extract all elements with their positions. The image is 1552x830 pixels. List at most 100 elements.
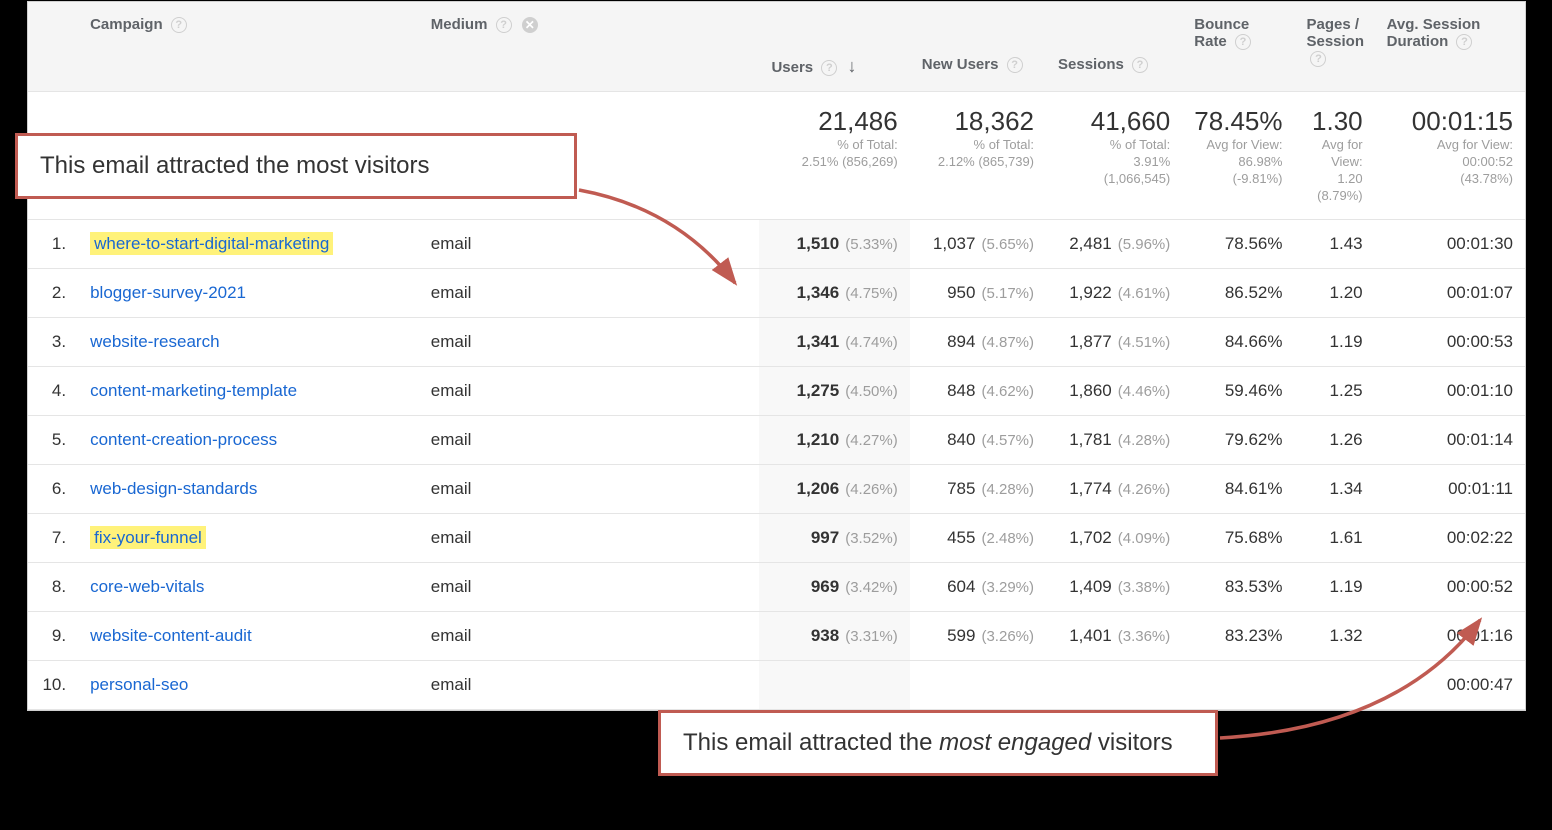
table-row[interactable]: 7.fix-your-funnelemail997(3.52%)455(2.48…: [28, 513, 1525, 562]
row-dur: 00:02:22: [1375, 513, 1525, 562]
table-header-row: Campaign ? Medium ? ✕ Users ? ↓ New User…: [28, 2, 1525, 92]
row-campaign: core-web-vitals: [78, 562, 419, 611]
row-bounce: 86.52%: [1182, 268, 1294, 317]
totals-sess-value: 41,660: [1058, 106, 1170, 137]
row-pps: 1.20: [1294, 268, 1374, 317]
table-row[interactable]: 1.where-to-start-digital-marketingemail1…: [28, 219, 1525, 268]
row-bounce: 78.56%: [1182, 219, 1294, 268]
totals-pps-sub2: View:: [1306, 154, 1362, 171]
row-dur: 00:01:14: [1375, 415, 1525, 464]
row-sessions: 1,409(3.38%): [1046, 562, 1182, 611]
totals-users-sub1: % of Total:: [771, 137, 897, 154]
row-dur: 00:01:10: [1375, 366, 1525, 415]
totals-bounce-value: 78.45%: [1194, 106, 1282, 137]
help-icon[interactable]: ?: [171, 17, 187, 33]
annotation-bottom-arrow: [1218, 608, 1498, 743]
header-sessions-label: Sessions: [1058, 56, 1124, 73]
totals-users-sub2: 2.51% (856,269): [771, 154, 897, 171]
totals-dur-sub1: Avg for View:: [1387, 137, 1513, 154]
row-pps: 1.25: [1294, 366, 1374, 415]
totals-pps-sub3: 1.20: [1306, 171, 1362, 188]
row-pps: 1.19: [1294, 562, 1374, 611]
header-new-users[interactable]: New Users ?: [910, 2, 1046, 92]
annotation-bottom-pre: This email attracted the: [683, 729, 939, 756]
header-blank: [28, 2, 78, 92]
row-sessions: 1,922(4.61%): [1046, 268, 1182, 317]
row-campaign: where-to-start-digital-marketing: [78, 219, 419, 268]
campaign-link[interactable]: content-creation-process: [90, 430, 277, 449]
row-dur: 00:00:53: [1375, 317, 1525, 366]
row-new-users: 785(4.28%): [910, 464, 1046, 513]
row-bounce: 83.53%: [1182, 562, 1294, 611]
header-medium[interactable]: Medium ? ✕: [419, 2, 760, 92]
row-pps: 1.34: [1294, 464, 1374, 513]
row-users: 1,341(4.74%): [759, 317, 909, 366]
row-users: 1,206(4.26%): [759, 464, 909, 513]
row-pps: 1.19: [1294, 317, 1374, 366]
campaign-link[interactable]: fix-your-funnel: [94, 528, 202, 547]
row-new-users: 1,037(5.65%): [910, 219, 1046, 268]
row-users: 1,275(4.50%): [759, 366, 909, 415]
row-campaign: personal-seo: [78, 660, 419, 709]
totals-sess-sub3: (1,066,545): [1058, 171, 1170, 188]
campaign-link[interactable]: blogger-survey-2021: [90, 283, 246, 302]
header-campaign[interactable]: Campaign ?: [78, 2, 419, 92]
header-sessions[interactable]: Sessions ?: [1046, 2, 1182, 92]
help-icon[interactable]: ?: [1235, 34, 1251, 50]
totals-pps: 1.30 Avg for View: 1.20 (8.79%): [1294, 92, 1374, 220]
row-pps: 1.26: [1294, 415, 1374, 464]
row-medium: email: [419, 317, 760, 366]
campaign-link[interactable]: core-web-vitals: [90, 577, 204, 596]
table-row[interactable]: 5.content-creation-processemail1,210(4.2…: [28, 415, 1525, 464]
campaign-link[interactable]: website-research: [90, 332, 219, 351]
row-index: 5.: [28, 415, 78, 464]
totals-bounce: 78.45% Avg for View: 86.98% (-9.81%): [1182, 92, 1294, 220]
help-icon[interactable]: ?: [496, 17, 512, 33]
campaign-link[interactable]: content-marketing-template: [90, 381, 297, 400]
row-dur: 00:01:07: [1375, 268, 1525, 317]
row-users: 1,346(4.75%): [759, 268, 909, 317]
help-icon[interactable]: ?: [1132, 57, 1148, 73]
row-index: 8.: [28, 562, 78, 611]
row-new-users: 848(4.62%): [910, 366, 1046, 415]
header-users[interactable]: Users ? ↓: [759, 2, 909, 92]
campaign-link[interactable]: personal-seo: [90, 675, 188, 694]
sort-descending-icon[interactable]: ↓: [847, 56, 856, 76]
table-row[interactable]: 4.content-marketing-templateemail1,275(4…: [28, 366, 1525, 415]
row-new-users: 599(3.26%): [910, 611, 1046, 660]
totals-sess-sub2: 3.91%: [1058, 154, 1170, 171]
help-icon[interactable]: ?: [1456, 34, 1472, 50]
header-bounce-rate[interactable]: Bounce Rate ?: [1182, 2, 1294, 92]
row-campaign: content-marketing-template: [78, 366, 419, 415]
header-pages-session[interactable]: Pages / Session ?: [1294, 2, 1374, 92]
table-row[interactable]: 8.core-web-vitalsemail969(3.42%)604(3.29…: [28, 562, 1525, 611]
help-icon[interactable]: ?: [821, 60, 837, 76]
row-users: 1,510(5.33%): [759, 219, 909, 268]
row-sessions: 1,774(4.26%): [1046, 464, 1182, 513]
help-icon[interactable]: ?: [1310, 51, 1326, 67]
totals-pps-value: 1.30: [1306, 106, 1362, 137]
table-row[interactable]: 6.web-design-standardsemail1,206(4.26%)7…: [28, 464, 1525, 513]
campaign-link[interactable]: web-design-standards: [90, 479, 257, 498]
campaign-link[interactable]: website-content-audit: [90, 626, 252, 645]
header-pps-label: Pages / Session: [1306, 16, 1364, 50]
table-row[interactable]: 2.blogger-survey-2021email1,346(4.75%)95…: [28, 268, 1525, 317]
row-medium: email: [419, 366, 760, 415]
row-medium: email: [419, 513, 760, 562]
row-bounce: 59.46%: [1182, 366, 1294, 415]
header-new-users-label: New Users: [922, 56, 999, 73]
help-icon[interactable]: ?: [1007, 57, 1023, 73]
campaign-link[interactable]: where-to-start-digital-marketing: [94, 234, 329, 253]
row-new-users: 894(4.87%): [910, 317, 1046, 366]
table-row[interactable]: 3.website-researchemail1,341(4.74%)894(4…: [28, 317, 1525, 366]
row-dur: 00:01:11: [1375, 464, 1525, 513]
remove-dimension-icon[interactable]: ✕: [522, 17, 538, 33]
row-bounce: 75.68%: [1182, 513, 1294, 562]
row-medium: email: [419, 415, 760, 464]
header-avg-session-duration[interactable]: Avg. Session Duration ?: [1375, 2, 1525, 92]
row-index: 6.: [28, 464, 78, 513]
analytics-report-table: Campaign ? Medium ? ✕ Users ? ↓ New User…: [27, 1, 1526, 711]
row-users: [759, 660, 909, 709]
row-new-users: 604(3.29%): [910, 562, 1046, 611]
row-new-users: 950(5.17%): [910, 268, 1046, 317]
